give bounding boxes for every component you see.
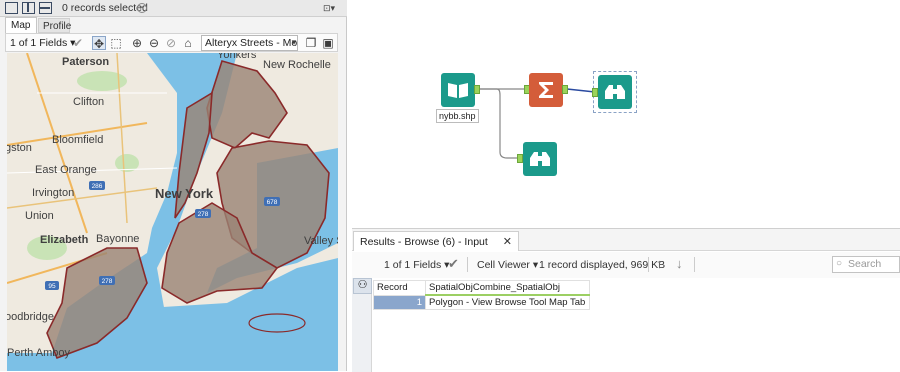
shield-label: 286 (92, 183, 103, 190)
binoculars-icon (530, 152, 550, 166)
tab-profile[interactable]: Profile (38, 18, 71, 33)
clear-selection-icon[interactable]: × (137, 3, 147, 13)
shield-label: 278 (198, 211, 209, 218)
layout-single-icon[interactable] (5, 2, 18, 14)
map-view[interactable]: 286 278 678 278 95 Yonkers Paterson New … (7, 53, 338, 371)
copy-icon[interactable]: ❐ (304, 36, 318, 50)
map-label: Valley S (304, 235, 338, 247)
binoculars-icon: ⚇ (353, 278, 372, 294)
marquee-select-icon[interactable]: ⬚ (109, 36, 123, 50)
map-label: Bayonne (96, 233, 140, 245)
basemap-chevron-down-icon[interactable]: ▾ (287, 35, 301, 49)
pan-icon[interactable]: ✥ (92, 36, 106, 51)
results-fields-label: 1 of 1 Fields (384, 259, 442, 271)
results-tab-bar: Results - Browse (6) - Input ✕ (352, 229, 900, 251)
layout-split-vertical-icon[interactable] (22, 2, 35, 14)
layout-split-horizontal-icon[interactable] (39, 2, 52, 14)
column-header[interactable]: SpatialObjCombine_SpatialObj (425, 280, 590, 296)
map-label: Elizabeth (40, 234, 89, 246)
basemap-dropdown-label: Alteryx Streets - Mo (205, 37, 298, 49)
results-fields-dropdown[interactable]: 1 of 1 Fields ▾ (384, 259, 449, 271)
arrow-down-icon[interactable]: ↓ (676, 256, 683, 271)
map-label: Union (25, 210, 54, 222)
toolbar-divider (467, 257, 468, 272)
results-tab[interactable]: Results - Browse (6) - Input ✕ (353, 231, 519, 251)
map-label: Paterson (62, 56, 110, 68)
zoom-in-icon[interactable]: ⊕ (130, 36, 144, 50)
basemap-dropdown[interactable]: Alteryx Streets - Mo (201, 35, 298, 51)
home-icon[interactable]: ⌂ (181, 36, 195, 50)
browse-panel: 0 records selected × ⊡▾ Map Profile 1 of… (0, 0, 347, 371)
connections (479, 88, 596, 159)
results-table: Record SpatialObjCombine_SpatialObj 1 Po… (373, 280, 590, 310)
results-toolbar: 1 of 1 Fields ▾ ✔ Cell Viewer ▾ 1 record… (352, 252, 900, 278)
records-status: 1 record displayed, 969 KB (539, 259, 666, 271)
search-placeholder: Search (848, 258, 882, 270)
output-anchor[interactable] (562, 85, 568, 94)
map-label: Irvington (32, 187, 75, 199)
output-anchor[interactable] (474, 85, 480, 94)
panel-menu-icon[interactable]: ⊡▾ (320, 2, 338, 14)
fields-dropdown-label: 1 of 1 Fields (10, 37, 68, 49)
results-tab-title: Results - Browse (6) - Input (360, 236, 488, 248)
map-label: Clifton (73, 96, 105, 108)
shield-label: 678 (267, 199, 278, 206)
map-toolbar: 1 of 1 Fields ▾ ✔ ✥ ⬚ ⊕ ⊖ ⊘ ⌂ Alteryx St… (5, 33, 338, 52)
checkmark-icon[interactable]: ✔ (448, 256, 459, 272)
results-panel: Results - Browse (6) - Input ✕ 1 of 1 Fi… (352, 228, 900, 372)
map-canvas: 286 278 678 278 95 (7, 53, 338, 371)
arrow-up-icon[interactable]: ↑ (656, 256, 663, 271)
table-row[interactable]: 1 Polygon - View Browse Tool Map Tab (373, 294, 590, 310)
records-selected-text: 0 records selected (62, 2, 148, 14)
summarize-tool[interactable] (529, 73, 563, 107)
map-label: East Orange (35, 164, 97, 176)
browse-tool[interactable] (523, 142, 557, 176)
shield-label: 95 (48, 283, 56, 290)
panel-top-bar: 0 records selected × ⊡▾ (0, 0, 347, 17)
map-label: New Rochelle (263, 59, 331, 71)
toolbar-divider (648, 257, 649, 272)
map-label: oodbridge (7, 311, 54, 323)
zoom-selection-icon[interactable]: ⊘ (164, 36, 178, 50)
binoculars-icon (605, 85, 625, 99)
close-icon[interactable]: ✕ (503, 236, 512, 248)
tool-annotation: nybb.shp (436, 109, 479, 123)
search-icon: ○ (836, 258, 843, 269)
map-label: Bloomfield (52, 134, 104, 146)
sigma-icon (539, 82, 553, 98)
browse-tool[interactable] (598, 75, 632, 109)
fields-dropdown[interactable]: 1 of 1 Fields ▾ (10, 37, 75, 49)
record-number-cell: 1 (373, 294, 426, 310)
input-data-tool[interactable] (441, 73, 475, 107)
map-label: Perth Amboy (7, 347, 70, 359)
checkmark-icon[interactable]: ✔ (71, 36, 85, 50)
zoom-out-icon[interactable]: ⊖ (147, 36, 161, 50)
map-label: Yonkers (217, 53, 257, 61)
shield-label: 278 (102, 278, 113, 285)
spatial-object-cell[interactable]: Polygon - View Browse Tool Map Tab (425, 294, 590, 310)
book-icon (448, 83, 468, 98)
map-label: gston (7, 142, 32, 154)
workflow-canvas[interactable]: nybb.shp (352, 0, 900, 228)
column-header[interactable]: Record (373, 280, 426, 296)
cell-viewer-label: Cell Viewer (477, 259, 530, 271)
toolbar-divider (694, 257, 695, 272)
save-icon[interactable]: ▣ (321, 36, 335, 50)
cell-viewer-dropdown[interactable]: Cell Viewer ▾ (477, 259, 538, 271)
tab-map[interactable]: Map (5, 17, 37, 34)
search-input[interactable]: ○ Search (832, 256, 900, 273)
map-label: New York (155, 186, 214, 201)
